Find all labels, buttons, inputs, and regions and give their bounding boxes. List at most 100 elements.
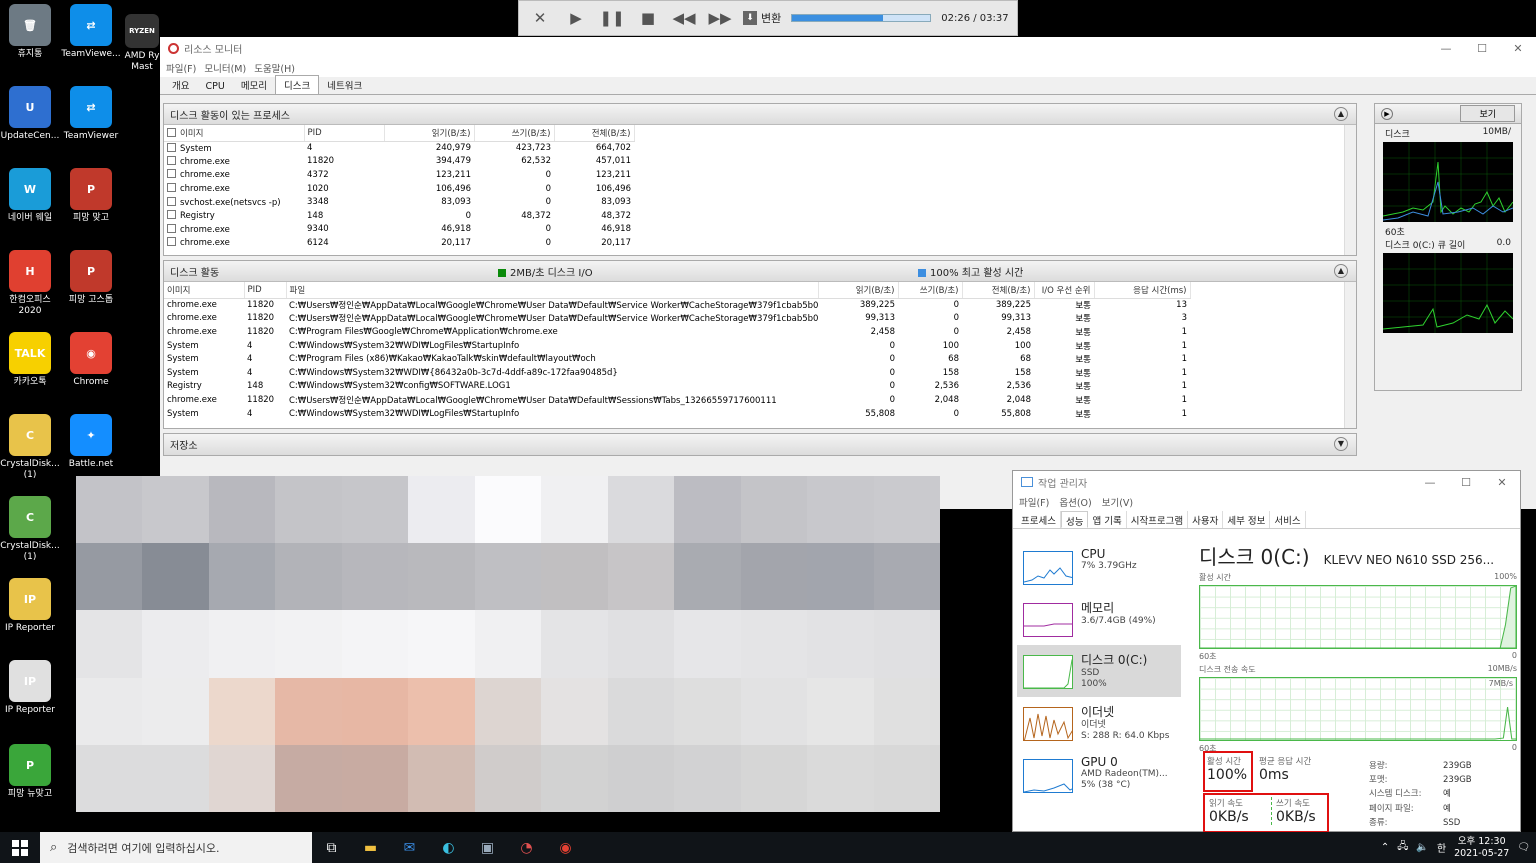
taskmgr-tab[interactable]: 세부 정보	[1223, 511, 1271, 528]
taskmgr-tab[interactable]: 프로세스	[1017, 511, 1061, 528]
perf-sidebar-item[interactable]: GPU 0 AMD Radeon(TM)... 5% (38 °C)	[1017, 749, 1181, 801]
column-header[interactable]: 전체(B/초)	[554, 125, 635, 142]
notification-icon[interactable]: 🗨	[1517, 842, 1530, 853]
maximize-button[interactable]: ☐	[1464, 42, 1500, 55]
maximize-button[interactable]: ☐	[1448, 476, 1484, 489]
photos-icon[interactable]: ▣	[468, 832, 507, 863]
expand-panel-icon[interactable]: ▶	[1381, 107, 1393, 120]
column-header[interactable]: 전체(B/초)	[962, 282, 1035, 299]
collapse-icon[interactable]: ▲	[1334, 264, 1348, 278]
desktop-icon[interactable]: P 피망 뉴맞고	[0, 744, 60, 800]
row-checkbox[interactable]	[167, 183, 176, 193]
pause-icon[interactable]: ❚❚	[599, 5, 625, 31]
menu-item[interactable]: 도움말(H)	[254, 61, 295, 75]
desktop-icon[interactable]: W 네이버 웨일	[0, 168, 60, 224]
ime-indicator[interactable]: 한	[1437, 840, 1446, 855]
table-row[interactable]: System 4 C:₩Windows₩System32₩WDI₩LogFiles₩…	[164, 339, 1190, 353]
table-row[interactable]: System 4 C:₩Program Files (x86)₩Kakao₩Kaka…	[164, 352, 1190, 366]
row-checkbox[interactable]	[167, 210, 176, 220]
table-row[interactable]: svchost.exe(netsvcs -p) 3348 83,093 0 83,093	[164, 195, 634, 209]
desktop-icon[interactable]: IP IP Reporter	[0, 660, 60, 716]
perf-sidebar-item[interactable]: 메모리 3.6/7.4GB (49%)	[1017, 593, 1181, 645]
network-icon[interactable]: 🖧	[1397, 839, 1408, 856]
table-row[interactable]: chrome.exe 6124 20,117 0 20,117	[164, 236, 634, 250]
taskmgr-tab[interactable]: 사용자	[1188, 511, 1224, 528]
processes-scrollbar[interactable]	[1344, 125, 1356, 255]
play-icon[interactable]: ▶	[563, 5, 589, 31]
resmon-tab[interactable]: 메모리	[233, 76, 275, 94]
desktop-icon[interactable]: IP IP Reporter	[0, 578, 60, 634]
desktop-icon[interactable]: 🗑 휴지통	[0, 4, 60, 60]
menu-item[interactable]: 파일(F)	[166, 61, 196, 75]
resmon-tab[interactable]: 네트워크	[319, 76, 370, 94]
seek-slider[interactable]	[791, 14, 932, 22]
close-icon[interactable]: ✕	[527, 5, 553, 31]
minimize-button[interactable]: —	[1428, 42, 1464, 55]
perf-sidebar-item[interactable]: CPU 7% 3.79GHz	[1017, 541, 1181, 593]
table-row[interactable]: System 4 C:₩Windows₩System32₩WDI₩LogFiles₩…	[164, 407, 1190, 421]
table-row[interactable]: chrome.exe 1020 106,496 0 106,496	[164, 182, 634, 196]
menu-item[interactable]: 보기(V)	[1102, 495, 1133, 509]
forward-icon[interactable]: ▶▶	[707, 5, 733, 31]
desktop-icon[interactable]: ◉ Chrome	[61, 332, 121, 388]
row-checkbox[interactable]	[167, 196, 176, 206]
disk-activity-scrollbar[interactable]	[1344, 282, 1356, 428]
perf-sidebar-item[interactable]: 디스크 0(C:) SSD 100%	[1017, 645, 1181, 697]
desktop-icon[interactable]: C CrystalDisk... (1)	[0, 496, 60, 563]
row-checkbox[interactable]	[167, 142, 176, 152]
table-row[interactable]: Registry 148 0 48,372 48,372	[164, 209, 634, 223]
resmon-tab[interactable]: 디스크	[275, 75, 320, 94]
resmon-tab[interactable]: CPU	[197, 79, 232, 94]
desktop-icon[interactable]: C CrystalDisk... (1)	[0, 414, 60, 481]
column-header[interactable]: 쓰기(B/초)	[474, 125, 555, 142]
table-row[interactable]: Registry 148 C:₩Windows₩System32₩config₩SO…	[164, 380, 1190, 394]
table-row[interactable]: chrome.exe 9340 46,918 0 46,918	[164, 223, 634, 237]
column-header[interactable]: I/O 우선 순위	[1034, 282, 1095, 299]
table-row[interactable]: chrome.exe 11820 C:₩Program Files₩Google₩C…	[164, 325, 1190, 339]
column-header[interactable]: 쓰기(B/초)	[898, 282, 963, 299]
column-header[interactable]: 읽기(B/초)	[384, 125, 475, 142]
close-button[interactable]: ✕	[1484, 476, 1520, 489]
desktop-icon[interactable]: P 피망 맞고	[61, 168, 121, 224]
column-header[interactable]: 응답 시간(ms)	[1094, 282, 1191, 299]
desktop-icon[interactable]: U UpdateCen...	[0, 86, 60, 142]
table-row[interactable]: System 4 240,979 423,723 664,702	[164, 141, 634, 155]
minimize-button[interactable]: —	[1412, 476, 1448, 489]
row-checkbox[interactable]	[167, 155, 176, 165]
column-header[interactable]: 파일	[286, 282, 819, 299]
table-row[interactable]: chrome.exe 11820 C:₩Users₩정인순₩AppData₩Loca…	[164, 298, 1190, 312]
chrome-taskbar-icon[interactable]: ◉	[546, 832, 585, 863]
taskbar-clock[interactable]: 오후 12:30 2021-05-27	[1454, 836, 1509, 860]
desktop-icon[interactable]: H 한컴오피스 2020	[0, 250, 60, 317]
menu-item[interactable]: 모니터(M)	[204, 61, 246, 75]
taskmgr-tab[interactable]: 성능	[1060, 511, 1089, 528]
column-header[interactable]: 이미지	[164, 282, 245, 299]
table-row[interactable]: chrome.exe 11820 C:₩Users₩정인순₩AppData₩Loca…	[164, 312, 1190, 326]
taskmgr-tab[interactable]: 시작프로그램	[1127, 511, 1189, 528]
taskmgr-tab[interactable]: 앱 기록	[1088, 511, 1127, 528]
stop-icon[interactable]: ■	[635, 5, 661, 31]
volume-icon[interactable]: 🔈	[1416, 842, 1428, 853]
collapse-icon[interactable]: ▲	[1334, 107, 1348, 121]
rewind-icon[interactable]: ◀◀	[671, 5, 697, 31]
desktop-icon[interactable]: ⇄ TeamViewe...	[61, 4, 121, 60]
desktop-icon[interactable]: P 피망 고스톱	[61, 250, 121, 306]
view-button[interactable]: 보기	[1460, 105, 1515, 122]
storage-section-header[interactable]: 저장소 ▼	[164, 434, 1356, 455]
row-checkbox[interactable]	[167, 169, 176, 179]
desktop-icon[interactable]: TALK 카카오톡	[0, 332, 60, 388]
column-header[interactable]: 읽기(B/초)	[818, 282, 899, 299]
taskmgr-tab[interactable]: 서비스	[1270, 511, 1306, 528]
convert-icon[interactable]: ⬇	[743, 11, 757, 25]
mail-icon[interactable]: ✉	[390, 832, 429, 863]
table-row[interactable]: System 4 C:₩Windows₩System32₩WDI₩{86432a0b…	[164, 366, 1190, 380]
row-checkbox[interactable]	[167, 223, 176, 233]
resmon-tab[interactable]: 개요	[164, 76, 197, 94]
table-row[interactable]: chrome.exe 11820 C:₩Users₩정인순₩AppData₩Loca…	[164, 393, 1190, 407]
file-explorer-icon[interactable]: ▬	[351, 832, 390, 863]
disk-activity-header[interactable]: 디스크 활동 2MB/초 디스크 I/O 100% 최고 활성 시간 ▲	[164, 261, 1356, 282]
column-header[interactable]: PID	[304, 125, 385, 142]
table-row[interactable]: chrome.exe 4372 123,211 0 123,211	[164, 168, 634, 182]
row-checkbox[interactable]	[167, 237, 176, 247]
close-button[interactable]: ✕	[1500, 42, 1536, 55]
